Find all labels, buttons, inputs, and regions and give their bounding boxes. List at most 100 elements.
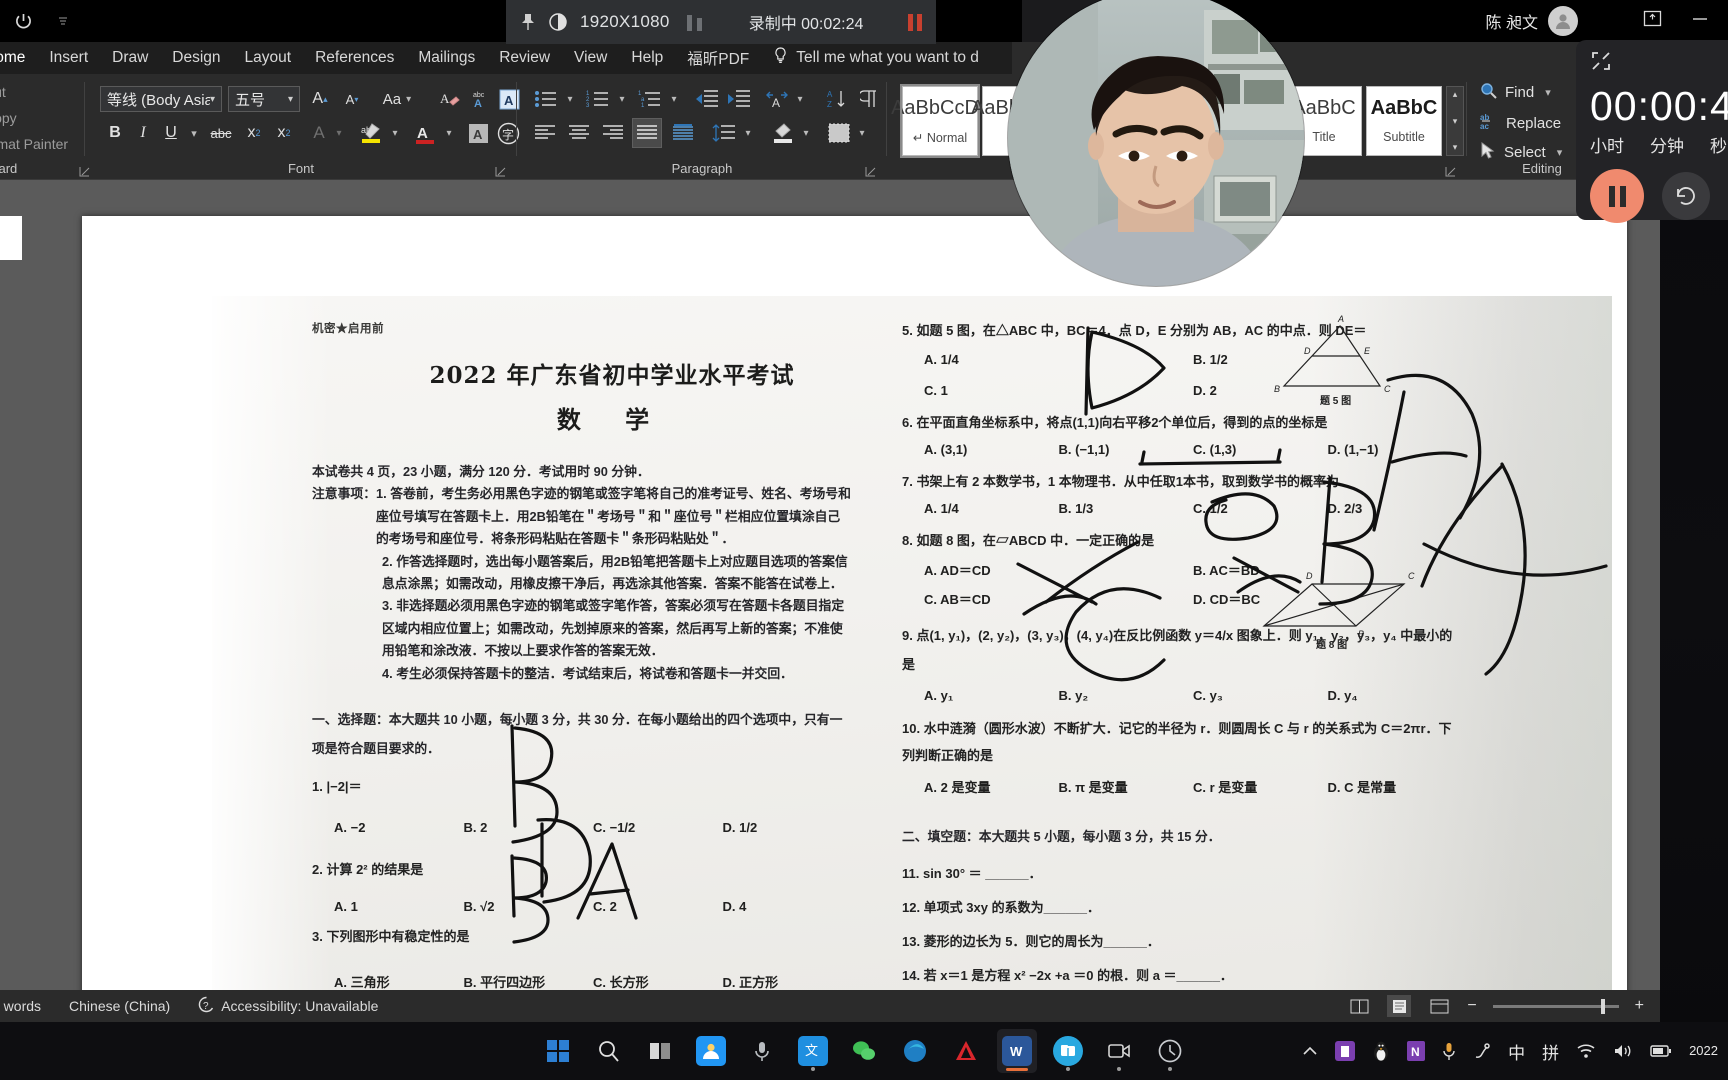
app-tray-purple-icon[interactable] [1335,1041,1356,1061]
tab-insert[interactable]: Insert [37,45,100,71]
show-hidden-icons-button[interactable] [1302,1045,1318,1057]
paragraph-borders-icon[interactable] [824,120,854,146]
timer-reset-button[interactable] [1662,172,1710,220]
numbered-list-icon[interactable]: 123 [582,86,614,112]
restore-window-button[interactable] [1643,10,1662,32]
zoom-slider-knob[interactable] [1600,998,1605,1014]
microphone-tray-icon[interactable] [1442,1042,1456,1061]
grow-font-icon[interactable]: A ▴ [306,86,334,112]
clock-app-button[interactable] [1150,1029,1190,1073]
increase-indent-icon[interactable] [724,86,754,112]
format-painter-button[interactable]: ormat Painter [0,136,68,152]
tab-view[interactable]: View [562,45,619,71]
power-icon[interactable] [10,8,36,34]
chevron-down-icon[interactable]: ▾ [1557,146,1563,159]
scroll-up-icon[interactable]: ▴ [1453,89,1458,100]
collapse-icon[interactable] [1590,50,1728,77]
zoom-out-button[interactable]: − [1467,997,1476,1015]
tab-help[interactable]: Help [619,45,675,71]
sort-icon[interactable]: AZ [822,86,852,112]
camera-app-button[interactable] [1099,1029,1139,1073]
document-canvas[interactable]: 机密★启用前 2022 年广东省初中学业水平考试 数 学 本试卷共 4 页，23… [0,180,1660,990]
onenote-tray-icon[interactable]: N [1407,1041,1426,1061]
contrast-icon[interactable] [549,13,567,31]
select-button[interactable]: Select ▾ [1480,142,1562,163]
autocad-app-button[interactable] [946,1029,986,1073]
clear-formatting-icon[interactable]: A [436,86,464,112]
bold-button[interactable]: B [102,120,128,146]
shrink-font-icon[interactable]: A ▾ [338,86,366,112]
style-item-subtitle[interactable]: AaBbC Subtitle [1366,86,1442,156]
accessibility-status[interactable]: ? Accessibility: Unavailable [198,996,378,1016]
tab-layout[interactable]: Layout [233,45,304,71]
translator-app-button[interactable]: 文 [793,1029,833,1073]
find-button[interactable]: Find ▾ [1480,82,1551,103]
photos-app-button[interactable] [691,1029,731,1073]
webcam-bubble[interactable] [1008,0,1304,286]
language-indicator[interactable]: Chinese (China) [69,998,170,1014]
highlight-chevron-icon[interactable]: ▾ [386,120,404,146]
underline-chevron-icon[interactable]: ▾ [184,120,204,146]
word-app-button[interactable]: W [997,1029,1037,1073]
justify-icon[interactable] [632,118,662,148]
pen-tray-icon[interactable] [1473,1042,1491,1060]
pin-icon[interactable] [520,13,536,31]
print-layout-icon[interactable] [1387,995,1412,1017]
cut-button[interactable]: Cut [0,84,6,100]
replace-button[interactable]: ab ac Replace [1480,112,1561,134]
timer-pause-button[interactable] [1590,169,1644,223]
align-center-icon[interactable] [564,120,594,146]
enclose-characters-icon[interactable]: 字 [494,120,522,146]
numbered-chevron-icon[interactable]: ▾ [614,86,630,112]
shading-chevron-icon[interactable]: ▾ [798,120,814,146]
taskbar-clock[interactable]: 2022 [1689,1043,1718,1059]
font-dialog-launcher[interactable] [495,164,506,177]
penguin-tray-icon[interactable] [1372,1041,1390,1061]
font-color-chevron-icon[interactable]: ▾ [440,120,458,146]
subscript-button[interactable]: x2 [240,120,268,146]
superscript-button[interactable]: x2 [270,120,298,146]
line-spacing-chevron-icon[interactable]: ▾ [740,120,756,146]
multilevel-chevron-icon[interactable]: ▾ [666,86,682,112]
font-size-box[interactable]: 五号 ▾ [228,86,300,112]
show-formatting-marks-icon[interactable] [856,86,886,112]
copy-button[interactable]: Copy [0,110,17,126]
zoom-slider[interactable] [1492,998,1619,1014]
windows-taskbar[interactable]: 文 W N 中 拼 2022 [0,1022,1728,1080]
distributed-align-icon[interactable] [668,120,698,146]
character-border-icon[interactable]: A [496,86,522,112]
font-name-box[interactable]: 等线 (Body Asia ▾ [100,86,222,112]
wechat-app-button[interactable] [844,1029,884,1073]
word-count[interactable]: 0 words [0,998,41,1014]
styles-dialog-launcher[interactable] [1445,164,1456,177]
tab-mailings[interactable]: Mailings [406,45,487,71]
line-spacing-icon[interactable] [708,120,740,146]
tab-references[interactable]: References [303,45,406,71]
bullet-list-icon[interactable] [530,86,562,112]
tab-draw[interactable]: Draw [100,45,160,71]
ime-pinyin-icon[interactable]: 拼 [1542,1039,1559,1064]
recording-pause-icon[interactable] [908,13,922,31]
change-case-button[interactable]: Aa ▾ [374,86,420,112]
decrease-indent-icon[interactable] [692,86,722,112]
ime-chinese-icon[interactable]: 中 [1508,1039,1525,1064]
file-explorer-button[interactable] [1048,1029,1088,1073]
minimize-window-button[interactable] [1690,12,1710,30]
asian-layout-icon[interactable]: A [762,86,792,112]
character-shading-icon[interactable]: A [464,120,492,146]
account-area[interactable]: 陈 昶文 [1486,0,1578,42]
zoom-in-button[interactable]: + [1635,997,1644,1015]
task-view-button[interactable] [640,1029,680,1073]
voice-recorder-button[interactable] [742,1029,782,1073]
text-effects-icon[interactable]: A [306,120,332,146]
italic-button[interactable]: I [130,120,156,146]
volume-icon[interactable] [1613,1043,1633,1059]
document-page[interactable]: 机密★启用前 2022 年广东省初中学业水平考试 数 学 本试卷共 4 页，23… [82,216,1627,990]
font-color-icon[interactable]: A [410,120,440,146]
taskbar-search-button[interactable] [589,1029,629,1073]
paragraph-dialog-launcher[interactable] [865,164,876,177]
align-right-icon[interactable] [598,120,628,146]
start-button[interactable] [538,1029,578,1073]
highlight-color-icon[interactable]: ab [356,120,386,146]
tab-review[interactable]: Review [487,45,562,71]
